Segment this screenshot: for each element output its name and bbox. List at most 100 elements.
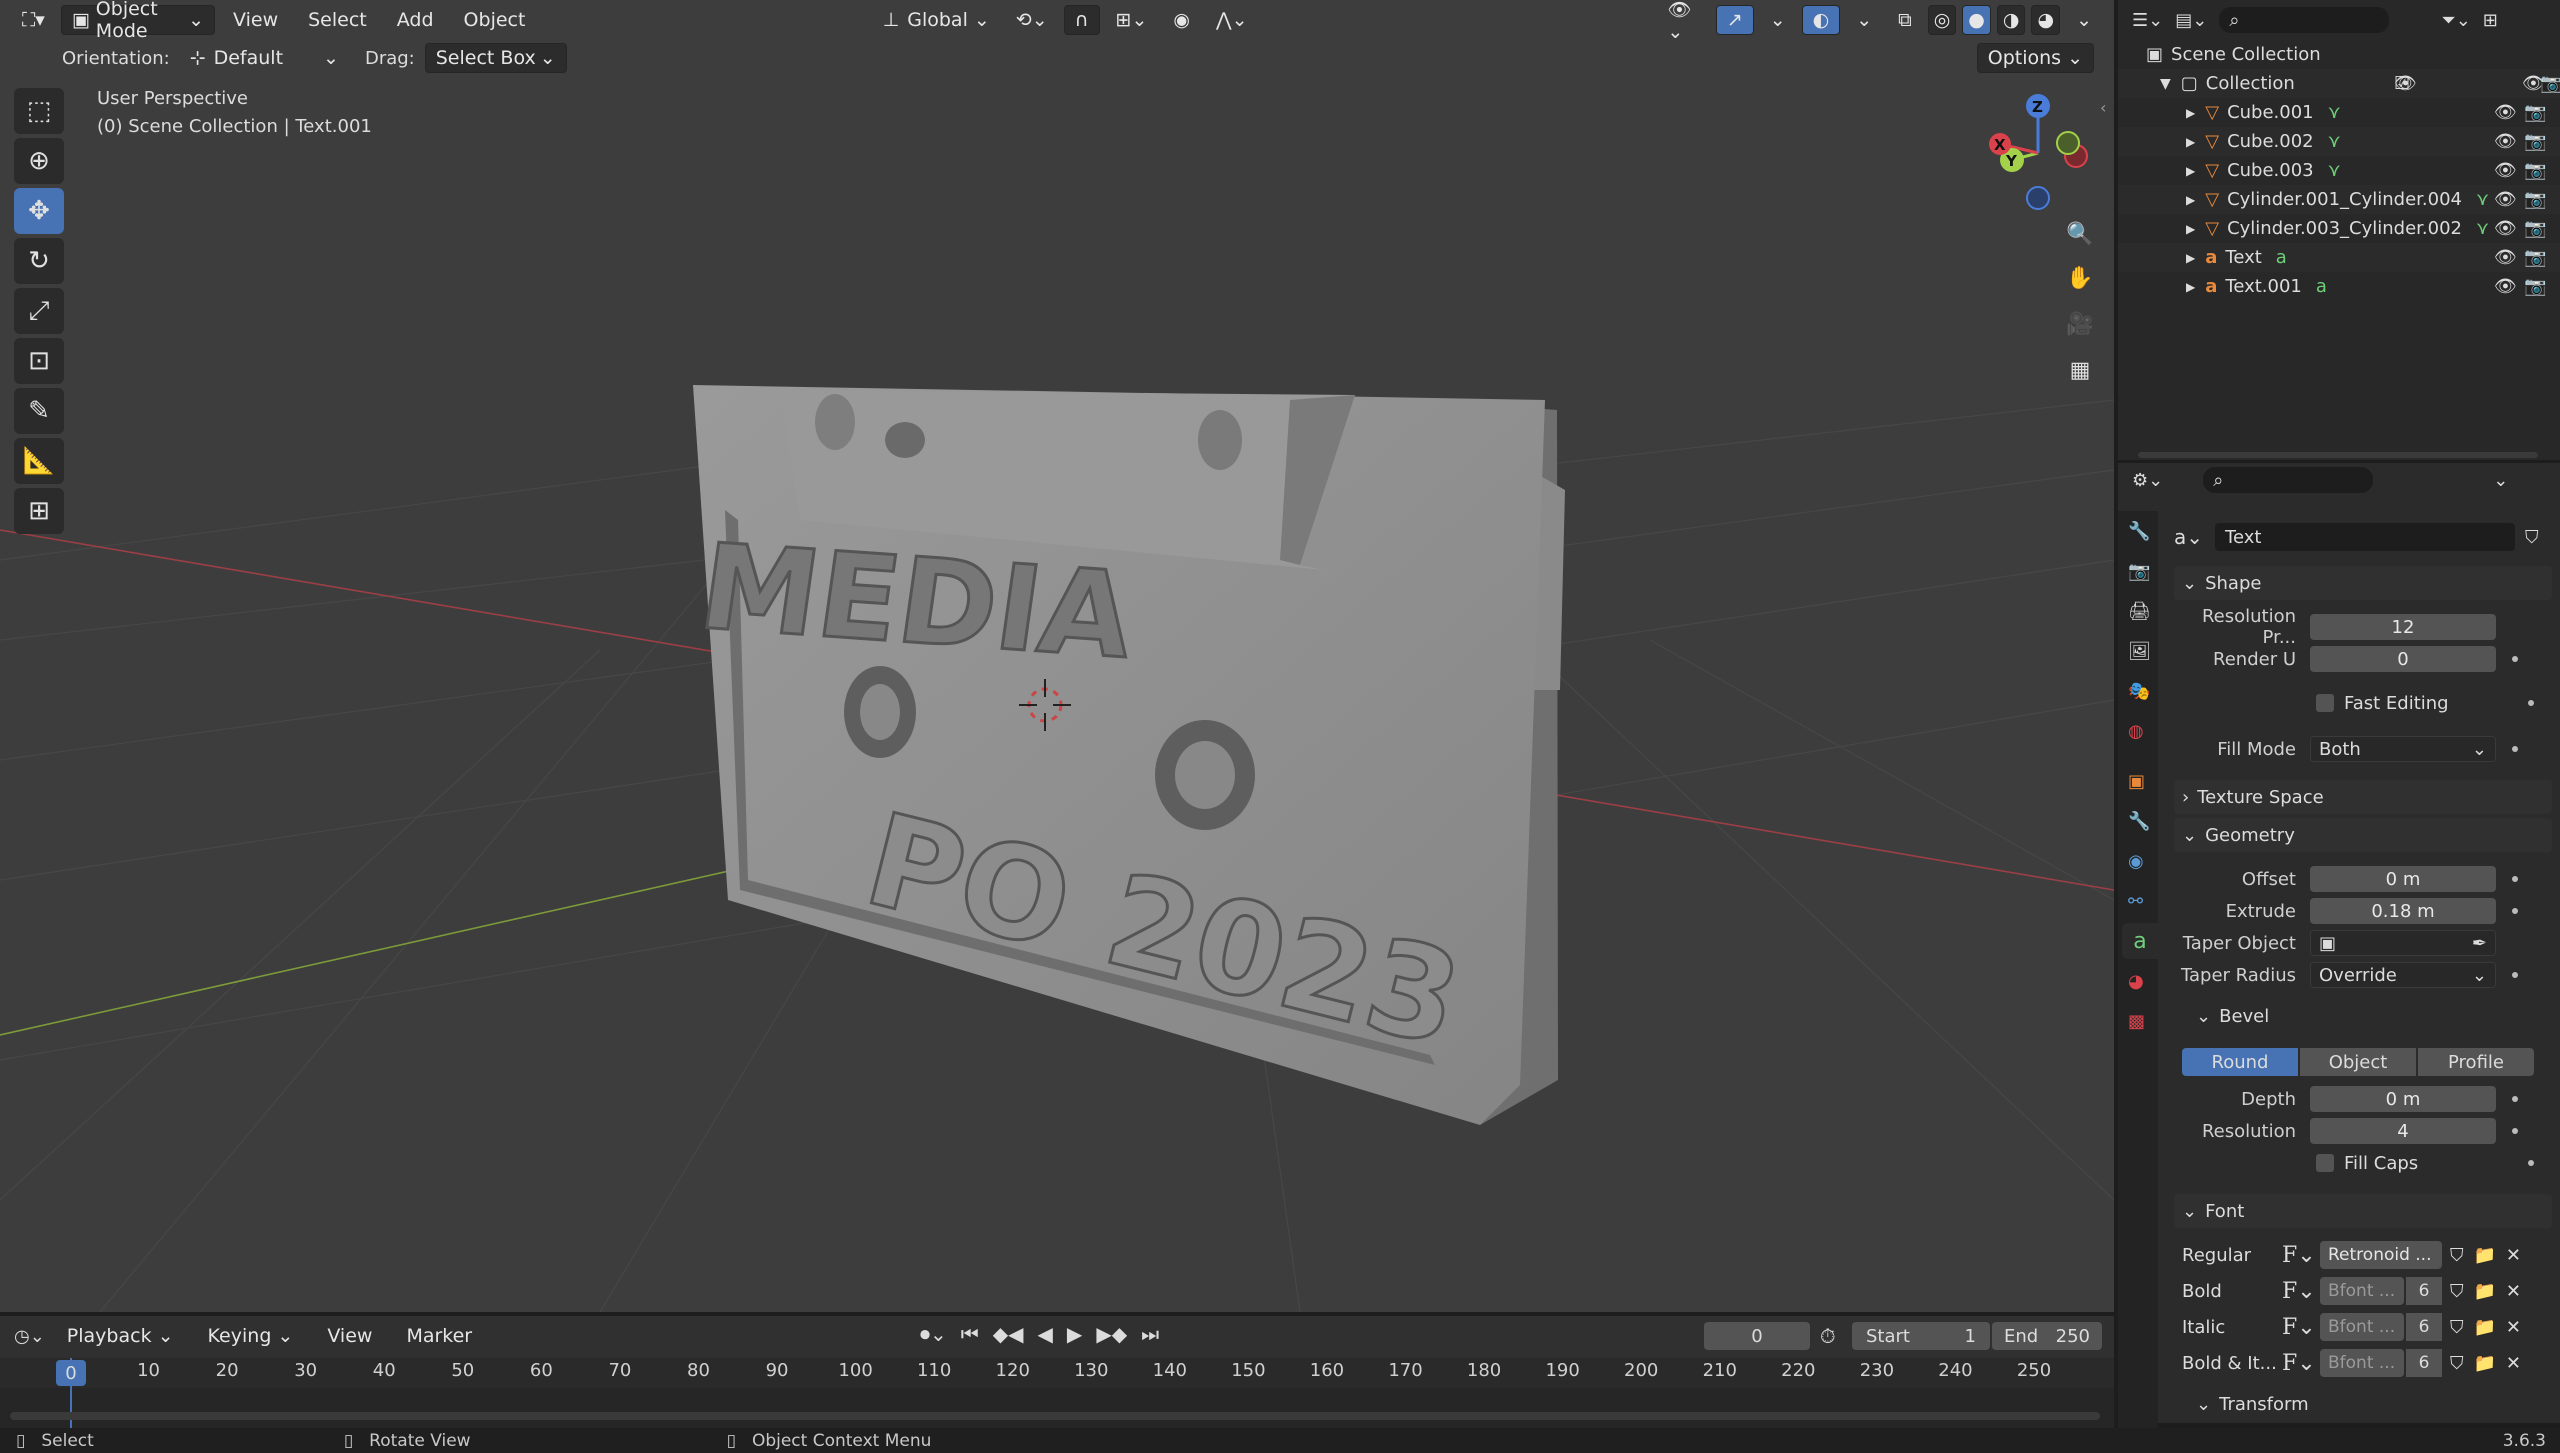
camera-render-icon[interactable]: 📷	[2524, 102, 2546, 123]
frame-end-field[interactable]: End 250	[1992, 1322, 2102, 1350]
eye-icon[interactable]: 👁	[2494, 189, 2517, 210]
resolution-preview-field[interactable]: 12	[2310, 614, 2496, 640]
record-icon[interactable]: ⏺⌄	[920, 1322, 947, 1346]
outliner-scrollbar[interactable]	[2138, 452, 2538, 458]
ortho-toggle-button[interactable]: ▦	[2060, 350, 2100, 390]
shading-wireframe[interactable]: ◎	[1927, 5, 1957, 35]
font-icon[interactable]: F⌄	[2282, 1279, 2320, 1304]
overlay-dropdown[interactable]: ⌄	[1846, 5, 1882, 35]
shading-solid[interactable]: ●	[1962, 5, 1991, 35]
fake-user-icon[interactable]: ⛉	[2450, 1245, 2464, 1266]
shading-material[interactable]: ◑	[1996, 5, 2026, 35]
display-mode-icon[interactable]: ▤⌄	[2175, 10, 2207, 31]
text-data-icon[interactable]: a	[2316, 276, 2327, 297]
panel-bevel[interactable]: ⌄ Bevel	[2196, 1006, 2269, 1027]
transform-orientation-dropdown[interactable]: ⊥ Global ⌄	[873, 5, 1000, 35]
camera-render-icon[interactable]: 📷	[2524, 276, 2546, 297]
measure-tool[interactable]: 📐	[14, 438, 64, 484]
fake-user-icon[interactable]: ⛉	[2525, 527, 2539, 548]
panel-shape[interactable]: ⌄ Shape	[2174, 566, 2552, 600]
text-data-icon[interactable]: a	[2276, 247, 2287, 268]
properties-editor-icon[interactable]: ⚙⌄	[2132, 470, 2163, 491]
play-reverse-icon[interactable]: ◀	[1038, 1322, 1053, 1346]
outliner-item[interactable]: ▶ ▽ Cube.001 ⋎ 👁 📷	[2118, 98, 2560, 127]
close-icon[interactable]: ✕	[2506, 1281, 2521, 1302]
editor-type-button[interactable]: ⛶▾	[12, 5, 55, 35]
outliner-search-input[interactable]: ⌕	[2219, 7, 2390, 33]
bevel-resolution-field[interactable]: 4	[2310, 1118, 2496, 1144]
eye-icon[interactable]: 👁	[2494, 218, 2517, 239]
bevel-depth-field[interactable]: 0 m	[2310, 1086, 2496, 1112]
keyframe-dot[interactable]	[2512, 876, 2518, 882]
keyframe-dot[interactable]	[2512, 908, 2518, 914]
scale-tool[interactable]: ⤢	[14, 288, 64, 334]
font-name-field[interactable]: Bfont ...	[2320, 1313, 2404, 1341]
outliner-item[interactable]: ▶ ▽ Cube.002 ⋎ 👁 📷	[2118, 127, 2560, 156]
expand-arrow-icon[interactable]: ▶	[2186, 251, 2195, 265]
mesh-data-icon[interactable]: ⋎	[2328, 131, 2341, 152]
menu-select[interactable]: Select	[296, 9, 379, 31]
fake-user-icon[interactable]: ⛉	[2450, 1317, 2464, 1338]
camera-render-icon[interactable]: 📷	[2524, 247, 2546, 268]
mode-dropdown[interactable]: ▣ Object Mode ⌄	[60, 0, 216, 42]
transform-tool[interactable]: ⊡	[14, 338, 64, 384]
font-icon[interactable]: F⌄	[2282, 1243, 2320, 1268]
expand-arrow-icon[interactable]: ▶	[2186, 135, 2195, 149]
datablock-name-field[interactable]: Text	[2215, 523, 2516, 551]
3d-viewport[interactable]: MEDIA PO 2023 ⛶▾ ▣ Object Mode ⌄ View Sele…	[0, 0, 2114, 1312]
outliner-item[interactable]: ▶ a Text.001 a 👁 📷	[2118, 272, 2560, 301]
expand-arrow-icon[interactable]: ▼	[2160, 76, 2171, 92]
close-icon[interactable]: ✕	[2506, 1317, 2521, 1338]
outliner-editor-icon[interactable]: ☰⌄	[2132, 10, 2163, 31]
keyframe-dot[interactable]	[2512, 746, 2518, 752]
menu-timeline-view[interactable]: View	[315, 1325, 384, 1347]
folder-icon[interactable]: 📁	[2474, 1353, 2496, 1374]
tab-data[interactable]: a	[2122, 923, 2158, 959]
outliner-item[interactable]: ▶ ▽ Cylinder.001_Cylinder.004 ⋎ 👁 📷	[2118, 185, 2560, 214]
taper-object-field[interactable]: ▣ ✒	[2310, 930, 2496, 956]
eye-icon[interactable]: 👁	[2494, 131, 2517, 152]
font-icon[interactable]: F⌄	[2282, 1351, 2320, 1376]
font-name-field[interactable]: Bfont ...	[2320, 1349, 2404, 1377]
menu-object[interactable]: Object	[452, 9, 538, 31]
font-name-field[interactable]: Bfont ...	[2320, 1277, 2404, 1305]
jump-start-icon[interactable]: ⏮	[961, 1322, 979, 1346]
camera-render-icon[interactable]: 📷	[2540, 73, 2560, 94]
eye-icon[interactable]: 👁	[2494, 102, 2517, 123]
fake-user-icon[interactable]: ⛉	[2450, 1353, 2464, 1374]
tab-render[interactable]: 📷	[2128, 561, 2150, 582]
font-name-field[interactable]: Retronoid ...	[2320, 1241, 2442, 1269]
menu-marker[interactable]: Marker	[394, 1325, 484, 1347]
tab-object[interactable]: ▣	[2128, 771, 2145, 792]
tab-scene[interactable]: 🎭	[2128, 681, 2150, 702]
tab-constraints[interactable]: ⚯	[2128, 891, 2143, 912]
snap-toggle[interactable]: ∩	[1063, 5, 1100, 35]
tab-texture[interactable]: ▩	[2128, 1011, 2145, 1032]
keyframe-dot[interactable]	[2512, 656, 2518, 662]
mesh-data-icon[interactable]: ⋎	[2328, 160, 2341, 181]
fast-editing-checkbox[interactable]	[2316, 694, 2334, 712]
panel-transform[interactable]: ⌄ Transform	[2196, 1394, 2309, 1415]
expand-arrow-icon[interactable]: ▶	[2186, 106, 2195, 120]
camera-render-icon[interactable]: 📷	[2524, 131, 2546, 152]
next-keyframe-icon[interactable]: ▶◆	[1096, 1322, 1127, 1346]
select-box-tool[interactable]: ⬚	[14, 88, 64, 134]
keyframe-dot[interactable]	[2512, 1128, 2518, 1134]
eyedropper-icon[interactable]: ✒	[2472, 933, 2487, 954]
rotate-tool[interactable]: ↻	[14, 238, 64, 284]
camera-view-button[interactable]: 🎥	[2060, 304, 2100, 344]
shading-dropdown[interactable]: ⌄	[2066, 5, 2102, 35]
stopwatch-icon[interactable]: ⏱	[1820, 1324, 1836, 1348]
panel-texture-space[interactable]: › Texture Space	[2174, 780, 2552, 814]
panel-geometry[interactable]: ⌄ Geometry	[2174, 818, 2552, 852]
folder-icon[interactable]: 📁	[2474, 1281, 2496, 1302]
tab-material[interactable]: ◕	[2128, 971, 2144, 992]
xray-toggle[interactable]: ⧉	[1888, 5, 1922, 35]
timeline-scrollbar[interactable]	[10, 1412, 2100, 1420]
shading-rendered[interactable]: ◕	[2031, 5, 2061, 35]
navigation-gizmo[interactable]: Z Y X	[1980, 88, 2100, 218]
mesh-data-icon[interactable]: ⋎	[2476, 189, 2489, 210]
orientation-dropdown[interactable]: ⊹ Default ⌄	[180, 43, 349, 73]
jump-end-icon[interactable]: ⏭	[1141, 1322, 1159, 1346]
tab-physics[interactable]: ◉	[2128, 851, 2144, 872]
